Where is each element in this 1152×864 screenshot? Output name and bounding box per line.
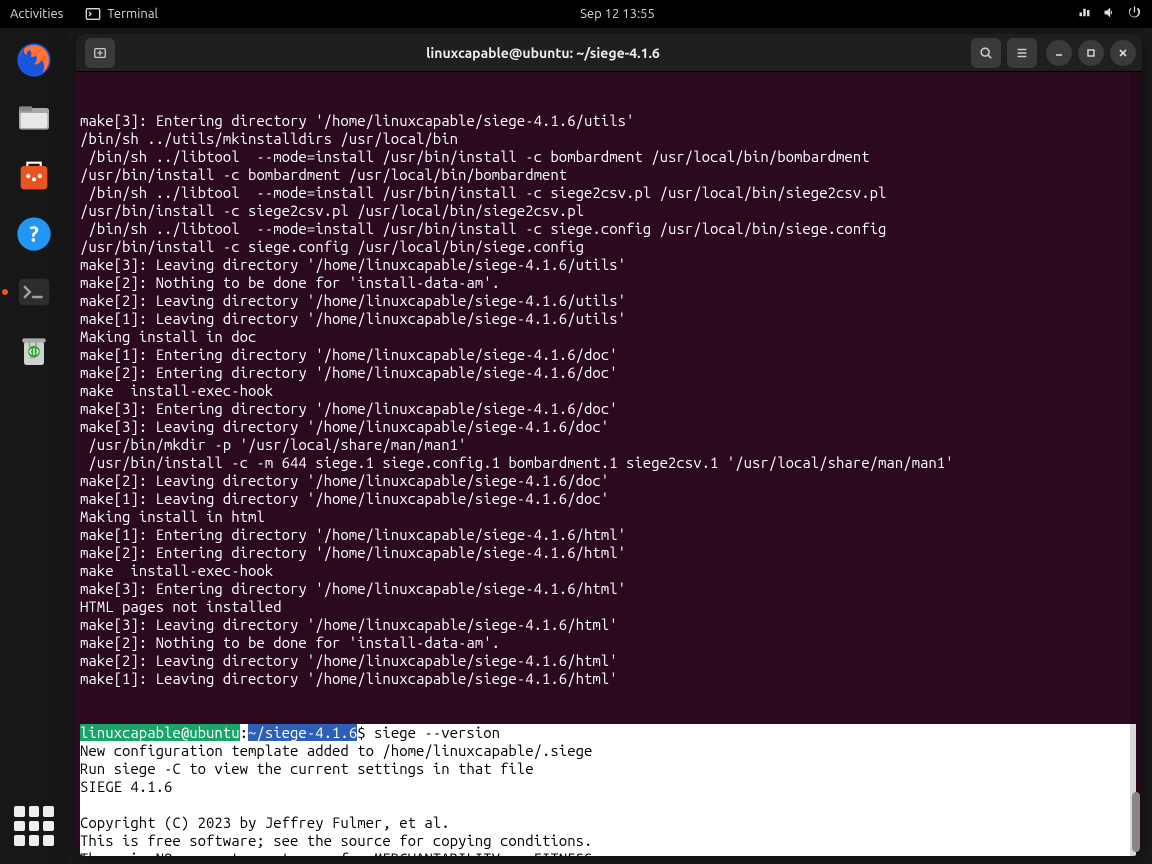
terminal-output[interactable]: make[3]: Entering directory '/home/linux… [76,72,1142,856]
volume-icon[interactable] [1102,5,1117,23]
dock-trash[interactable] [10,326,58,374]
activities-button[interactable]: Activities [10,7,63,21]
search-button[interactable] [971,38,1001,68]
topbar-app-indicator[interactable]: Terminal [85,6,158,22]
dock-files[interactable] [10,94,58,142]
dock-help[interactable]: ? [10,210,58,258]
network-icon[interactable] [1077,5,1092,23]
show-applications-button[interactable] [14,806,54,846]
terminal-small-icon [85,6,101,22]
prompt-user: linuxcapable@ubuntu [80,724,240,741]
svg-text:?: ? [29,223,39,247]
scrollbar[interactable] [1130,72,1142,856]
hamburger-icon [1015,46,1029,60]
minimize-button[interactable] [1046,40,1072,66]
dock-firefox[interactable] [10,36,58,84]
dock: ? [0,28,68,864]
clock[interactable]: Sep 12 13:55 [158,7,1077,21]
close-button[interactable] [1110,40,1136,66]
close-icon [1118,48,1128,58]
new-tab-button[interactable] [85,38,115,68]
gnome-topbar: Activities Terminal Sep 12 13:55 [0,0,1152,28]
dock-terminal[interactable] [10,268,58,316]
power-icon[interactable] [1127,5,1142,23]
titlebar[interactable]: linuxcapable@ubuntu: ~/siege-4.1.6 [76,34,1142,72]
entered-command: siege --version [374,724,500,741]
topbar-app-name: Terminal [107,7,158,21]
terminal-window: linuxcapable@ubuntu: ~/siege-4.1.6 make[… [76,34,1142,856]
dock-software[interactable] [10,152,58,200]
scrollbar-thumb[interactable] [1132,792,1140,852]
prompt-path: ~/siege-4.1.6 [248,724,357,741]
maximize-button[interactable] [1078,40,1104,66]
hamburger-menu-button[interactable] [1007,38,1037,68]
window-title: linuxcapable@ubuntu: ~/siege-4.1.6 [118,45,968,61]
search-icon [979,46,993,60]
